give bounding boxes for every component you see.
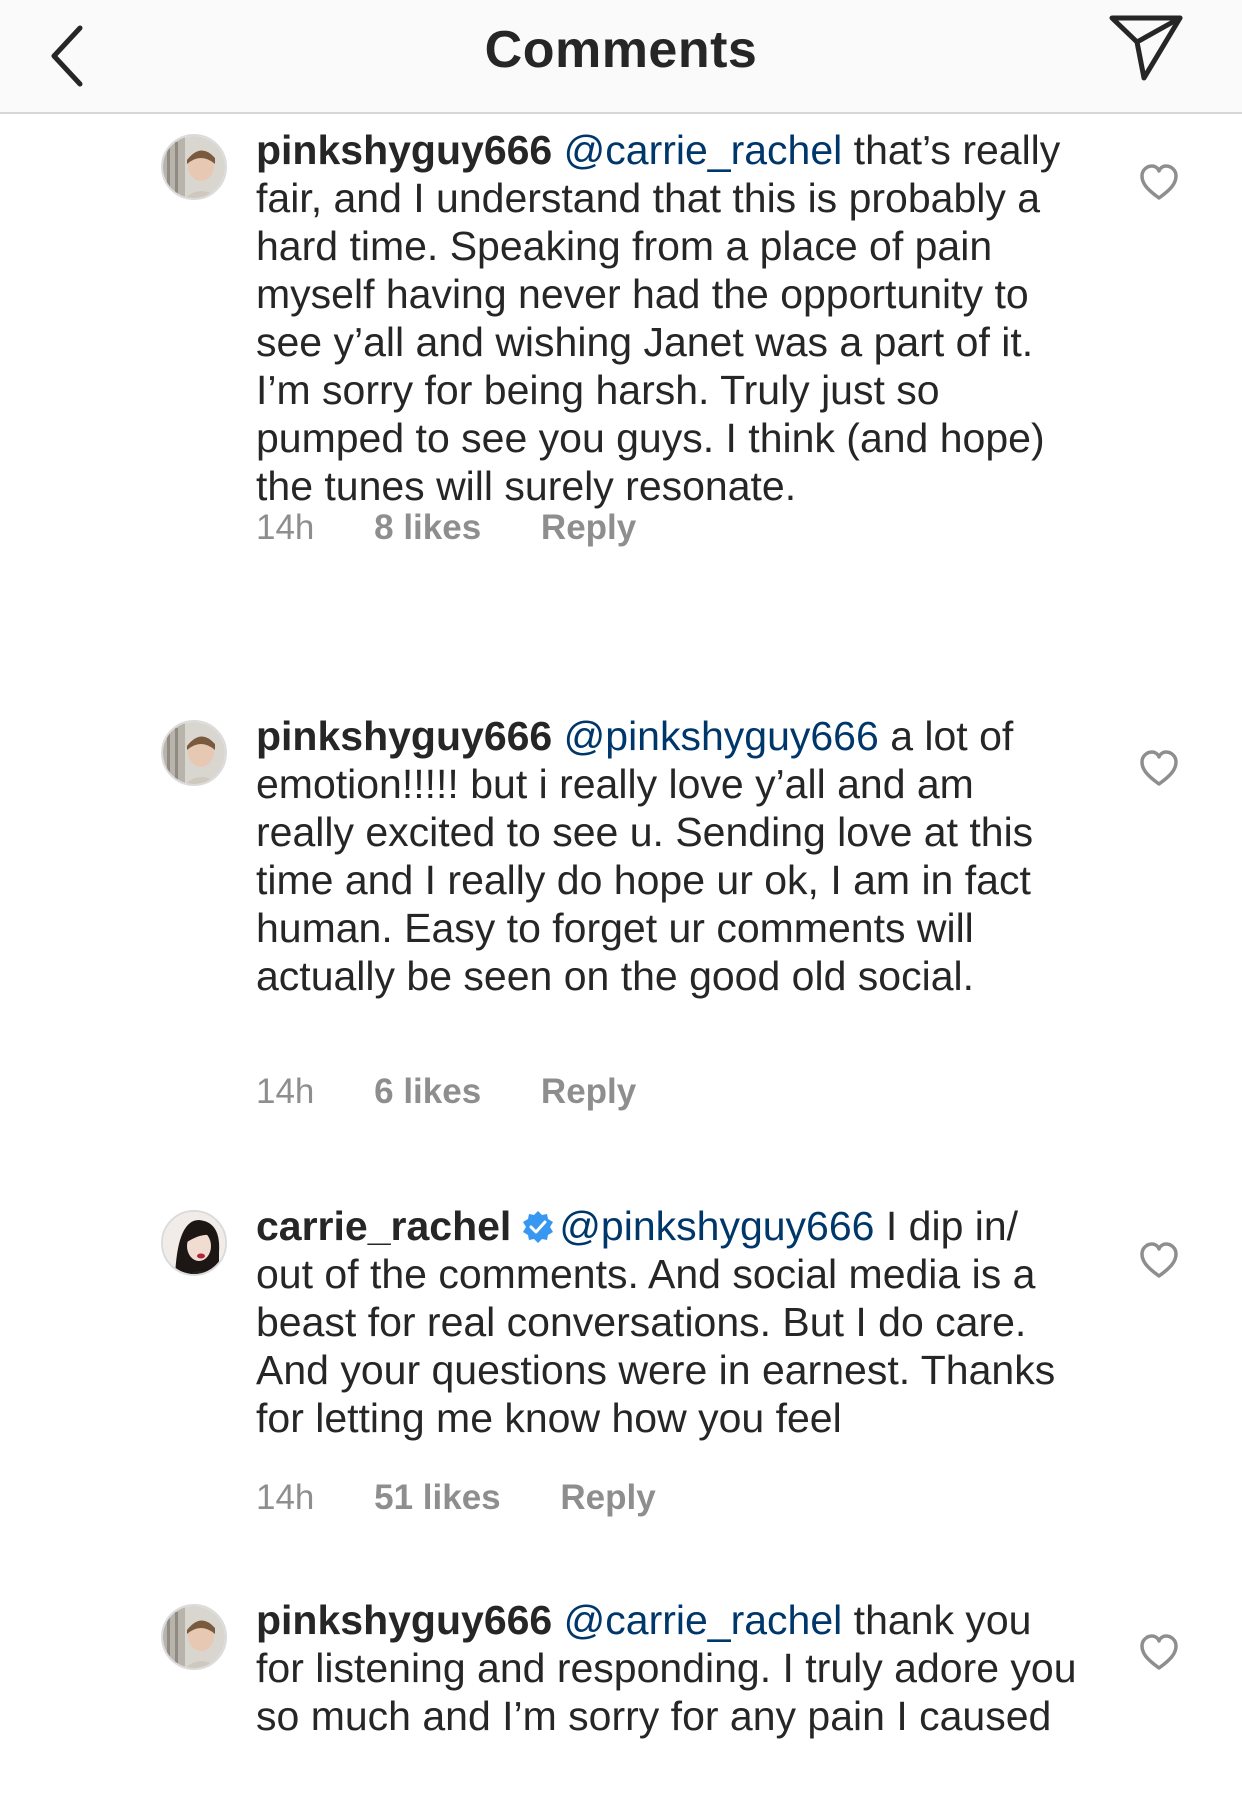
heart-icon[interactable] xyxy=(1138,1240,1180,1280)
comment-meta: 14h 51 likes Reply xyxy=(256,1478,706,1518)
page-title: Comments xyxy=(484,21,758,79)
comment-username[interactable]: pinkshyguy666 xyxy=(256,1597,552,1643)
comment-text: carrie_rachel @pinkshyguy666 I dip in/ o… xyxy=(256,1202,1082,1442)
avatar[interactable] xyxy=(161,1210,227,1276)
comment-meta: 14h 6 likes Reply xyxy=(256,1072,686,1112)
comment-username[interactable]: pinkshyguy666 xyxy=(256,713,552,759)
header-bar: Comments xyxy=(0,0,1242,114)
comment-time: 14h xyxy=(256,1478,315,1517)
avatar[interactable] xyxy=(161,1604,227,1670)
comment-meta: 14h 8 likes Reply xyxy=(256,508,686,548)
verified-badge-icon xyxy=(523,1211,554,1243)
comment-username[interactable]: carrie_rachel xyxy=(256,1203,511,1249)
comment-time: 14h xyxy=(256,508,315,547)
comment-mention[interactable]: @pinkshyguy666 xyxy=(559,1203,874,1249)
comment-text: pinkshyguy666 @carrie_rachel that’s real… xyxy=(256,126,1082,510)
comment-username[interactable]: pinkshyguy666 xyxy=(256,127,552,173)
comment-text: pinkshyguy666 @pinkshyguy666 a lot of em… xyxy=(256,712,1082,1000)
comment-mention[interactable]: @pinkshyguy666 xyxy=(564,713,879,759)
comment-likes[interactable]: 8 likes xyxy=(374,508,481,548)
comment-mention[interactable]: @carrie_rachel xyxy=(564,127,843,173)
heart-icon[interactable] xyxy=(1138,748,1180,788)
comment-mention[interactable]: @carrie_rachel xyxy=(564,1597,843,1643)
comment-time: 14h xyxy=(256,1072,315,1111)
avatar[interactable] xyxy=(161,134,227,200)
comment-likes[interactable]: 51 likes xyxy=(374,1478,501,1518)
heart-icon[interactable] xyxy=(1138,162,1180,202)
reply-button[interactable]: Reply xyxy=(541,508,636,548)
comment-likes[interactable]: 6 likes xyxy=(374,1072,481,1112)
avatar[interactable] xyxy=(161,720,227,786)
comment-body: that’s really fair, and I understand tha… xyxy=(256,127,1061,509)
heart-icon[interactable] xyxy=(1138,1632,1180,1672)
share-button[interactable] xyxy=(1108,12,1184,84)
paper-plane-icon xyxy=(1109,15,1183,81)
reply-button[interactable]: Reply xyxy=(560,1478,655,1518)
comment-text: pinkshyguy666 @carrie_rachel thank you f… xyxy=(256,1596,1082,1740)
reply-button[interactable]: Reply xyxy=(541,1072,636,1112)
